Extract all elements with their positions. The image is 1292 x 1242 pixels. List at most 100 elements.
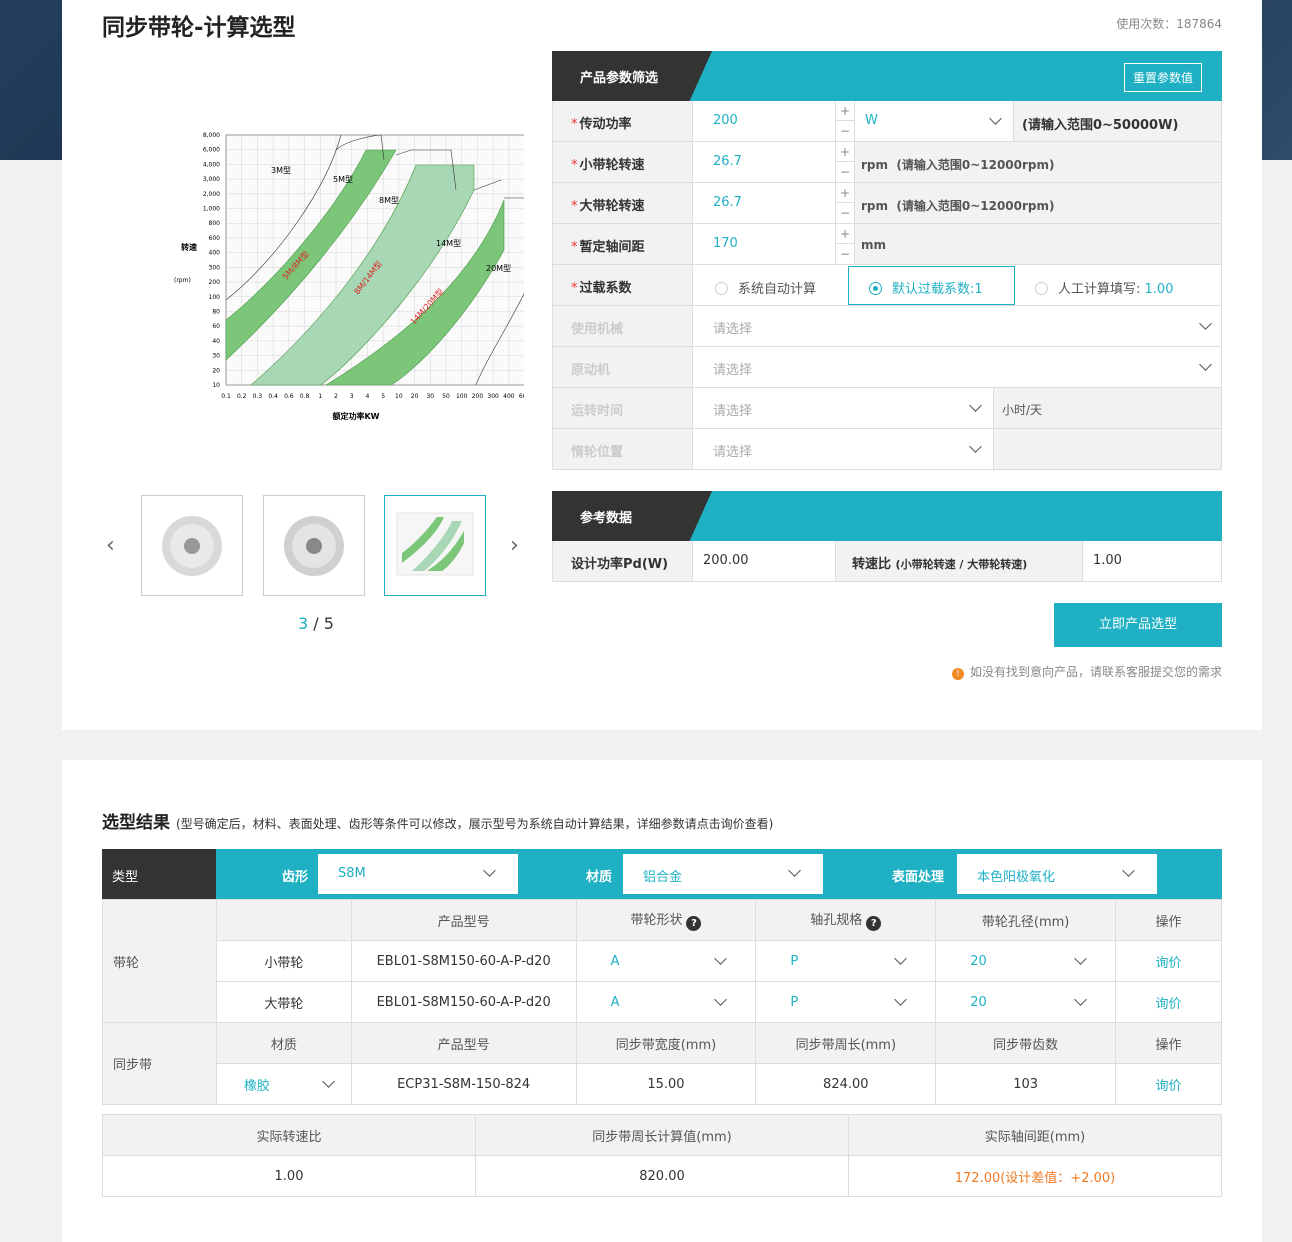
- x-tick-label: 0.2: [237, 393, 247, 400]
- thumbnail-2[interactable]: [263, 495, 365, 596]
- idler-select[interactable]: 请选择: [713, 441, 752, 460]
- dia-select[interactable]: 20: [935, 981, 1117, 1023]
- region-8m: 8M型: [379, 196, 399, 205]
- x-tick-label: 0.4: [268, 393, 278, 400]
- x-tick-label: 300: [487, 393, 499, 400]
- power-input[interactable]: 200: [713, 113, 738, 128]
- driver-label: 原动机: [553, 347, 693, 387]
- chevron-down-icon: [894, 993, 908, 1006]
- power-hint: (请输入范围0~50000W): [1013, 101, 1221, 141]
- large-speed-hint: rpm (请输入范围0~12000rpm): [861, 199, 1055, 213]
- large-speed-label: 大带轮转速: [579, 199, 645, 214]
- row-power: * 传动功率 200 + − W (请输入范围0~50000W): [552, 101, 1222, 142]
- chevron-down-icon[interactable]: [989, 112, 1002, 125]
- pulley-image-icon: [284, 515, 344, 576]
- region-14m: 14M型: [436, 239, 461, 248]
- y-tick-label: 8,000: [203, 132, 220, 139]
- x-tick-label: 0.1: [221, 393, 231, 400]
- plus-icon: +: [836, 183, 854, 203]
- thumbnail-3[interactable]: [384, 495, 486, 596]
- table-row: 1.00 820.00 172.00(设计差值：+2.00): [102, 1155, 1222, 1197]
- summary-table: 实际转速比 同步带周长计算值(mm) 实际轴间距(mm) 1.00 820.00…: [102, 1114, 1222, 1197]
- region-20m: 20M型: [486, 264, 511, 273]
- plus-icon: +: [836, 101, 854, 121]
- carousel-next-arrow[interactable]: ›: [510, 533, 519, 558]
- pulley-model: EBL01-S8M150-60-A-P-d20: [350, 981, 577, 1023]
- small-speed-input[interactable]: 26.7: [713, 154, 742, 169]
- inquiry-link[interactable]: 询价: [1115, 981, 1222, 1023]
- help-icon: ?: [686, 916, 702, 931]
- minus-icon: −: [839, 247, 851, 261]
- minus-icon: −: [839, 165, 851, 179]
- filter-header: 产品参数筛选 重置参数值: [552, 51, 1222, 101]
- pulley-name: 小带轮: [215, 940, 352, 982]
- x-tick-label: 10: [395, 393, 403, 400]
- y-tick-label: 200: [209, 279, 221, 286]
- shape-select[interactable]: A: [575, 981, 757, 1023]
- chevron-down-icon: [321, 1075, 335, 1088]
- y-tick-label: 400: [209, 250, 221, 257]
- chevron-down-icon: [1074, 952, 1087, 965]
- pd-label: 设计功率Pd(W): [553, 541, 693, 581]
- bore-select[interactable]: P: [755, 940, 937, 982]
- dia-select[interactable]: 20: [935, 940, 1117, 982]
- result-filter-bar: 类型 齿形 S8M 材质 铝合金 表面处理 本色阳极氧化: [102, 849, 1222, 899]
- runtime-unit: 小时/天: [993, 388, 1221, 428]
- radio-circle-icon: [715, 282, 728, 295]
- chart-thumbnail-icon: [396, 512, 474, 575]
- y-axis-unit: (rpm): [174, 277, 191, 284]
- calc-length: 820.00: [475, 1155, 849, 1197]
- radio-manual[interactable]: 人工计算填写: 1.00: [1035, 278, 1173, 297]
- large-speed-stepper[interactable]: + −: [835, 183, 855, 223]
- bore-select[interactable]: P: [755, 981, 937, 1023]
- row-overload: * 过载系数 系统自动计算 默认过载系数:1 人工计算填写: 1.00: [552, 265, 1222, 306]
- shape-select[interactable]: A: [575, 940, 757, 982]
- large-speed-input[interactable]: 26.7: [713, 195, 742, 210]
- x-axis-label: 额定功率KW: [332, 411, 379, 421]
- chevron-down-icon[interactable]: [1199, 358, 1212, 371]
- x-tick-label: 0.8: [300, 393, 310, 400]
- overload-label: 过载系数: [579, 281, 632, 296]
- chevron-down-icon[interactable]: [1199, 317, 1212, 330]
- center-unit: mm: [861, 238, 887, 252]
- radio-default[interactable]: 默认过载系数:1: [869, 278, 983, 297]
- power-stepper[interactable]: + −: [835, 101, 855, 141]
- col-bore: 轴孔规格?: [755, 899, 937, 941]
- result-table: 带轮 产品型号 带轮形状? 轴孔规格? 带轮孔径(mm) 操作 小带轮 EBL0…: [102, 899, 1222, 1105]
- select-product-button[interactable]: 立即产品选型: [1054, 603, 1222, 647]
- x-tick-label: 30: [426, 393, 434, 400]
- chevron-down-icon: [714, 993, 728, 1006]
- row-small-speed: * 小带轮转速 26.7 + − rpm (请输入范围0~12000rpm): [552, 142, 1222, 183]
- help-icon: ?: [866, 916, 882, 931]
- radio-auto[interactable]: 系统自动计算: [715, 278, 816, 297]
- belt-group-label: 同步带: [102, 1022, 217, 1105]
- y-tick-label: 600: [209, 235, 221, 242]
- y-axis-label: 转速: [181, 242, 197, 252]
- chevron-down-icon[interactable]: [969, 399, 982, 412]
- inquiry-link[interactable]: 询价: [1115, 1063, 1222, 1105]
- inquiry-link[interactable]: 询价: [1115, 940, 1222, 982]
- y-tick-label: 40: [212, 338, 220, 345]
- center-input[interactable]: 170: [713, 236, 738, 251]
- small-speed-stepper[interactable]: + −: [835, 142, 855, 182]
- chevron-down-icon[interactable]: [969, 440, 982, 453]
- center-stepper[interactable]: + −: [835, 224, 855, 264]
- y-tick-label: 6,000: [203, 147, 220, 154]
- material-label: 材质: [586, 870, 613, 885]
- usage-count: 使用次数：187864: [1116, 17, 1222, 31]
- x-tick-label: 0.3: [253, 393, 263, 400]
- pulley-model: EBL01-S8M150-60-A-P-d20: [350, 940, 577, 982]
- machine-select[interactable]: 请选择: [713, 318, 752, 337]
- col-belt-width: 同步带宽度(mm): [575, 1022, 757, 1064]
- power-unit-select[interactable]: W: [865, 113, 878, 128]
- reset-button[interactable]: 重置参数值: [1123, 63, 1202, 92]
- x-tick-label: 2: [334, 393, 338, 400]
- belt-material-select[interactable]: 橡胶: [215, 1063, 352, 1105]
- thumbnail-1[interactable]: [141, 495, 243, 596]
- x-tick-label: 5: [381, 393, 385, 400]
- carousel-prev-arrow[interactable]: ‹: [106, 533, 115, 558]
- x-tick-label: 400: [503, 393, 515, 400]
- runtime-select[interactable]: 请选择: [713, 400, 752, 419]
- info-icon: !: [951, 668, 964, 680]
- driver-select[interactable]: 请选择: [713, 359, 752, 378]
